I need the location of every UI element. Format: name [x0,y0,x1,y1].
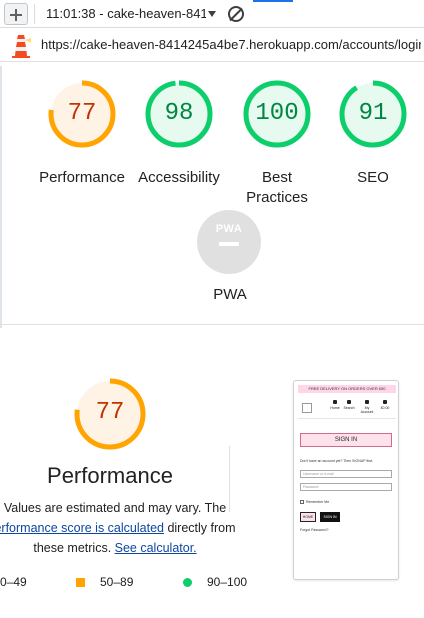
thumb-nav-home: Home [328,400,342,414]
lighthouse-icon [12,35,31,58]
thumb-password: Password [300,483,392,491]
thumb-rule [298,418,396,419]
desc-line3: these metrics. [33,541,115,555]
menu-icon [302,403,312,413]
new-report-button[interactable] [4,3,28,25]
gauge-seo-label: SEO [357,169,389,186]
pwa-label[interactable]: PWA [178,285,282,305]
home-icon [333,400,337,404]
thumb-banner: FREE DELIVERY ON ORDERS OVER £50 [298,385,396,393]
pwa-dash-icon [219,242,239,246]
gauge-accessibility[interactable]: 98 Accessibility [127,80,231,212]
search-icon [347,400,351,404]
gauge-best-practices-score: 100 [255,100,299,127]
toolbar-separator [34,4,35,24]
performance-score-large: 77 [95,399,125,426]
performance-description: Values are estimated and may vary. The e… [0,498,240,558]
gauge-accessibility-score: 98 [164,100,194,127]
thumb-forgot: Forgot Password? [300,528,329,532]
gauge-accessibility-label: Accessibility [138,169,220,186]
pwa-badge[interactable]: PWA [197,210,261,274]
devtools-toolbar: 11:01:38 - cake-heaven-8414245a4be7.hero… [0,0,424,28]
chevron-down-icon[interactable] [208,11,216,17]
legend-fail: 0–49 [0,575,27,589]
checkbox-icon [300,500,304,505]
report-url[interactable]: https://cake-heaven-8414245a4be7.herokua… [41,37,421,52]
desc-after-link: directly from [163,521,236,535]
legend-pass-circle-icon [183,578,192,587]
thumb-nav-cart: £0.00 [378,400,392,414]
thumb-nav-account: My Account [360,400,374,414]
report-url-bar: https://cake-heaven-8414245a4be7.herokua… [0,28,424,62]
thumb-username: Username or e-mail [300,470,392,478]
see-calculator-link[interactable]: See calculator. [115,541,197,555]
cart-icon [383,400,387,404]
thumb-signin-button: SIGN IN [320,512,340,522]
thumb-home-button: HOME [300,512,316,522]
thumb-heading: SIGN IN [300,433,392,447]
pwa-badge-text: PWA [215,223,243,235]
report-selector[interactable]: 11:01:38 - cake-heaven-8414245a4be7.hero… [46,6,206,22]
legend-pass: 90–100 [207,575,248,589]
section-divider [0,324,424,325]
gauge-seo[interactable]: 91 SEO [321,80,424,212]
thumb-nav-search: Search [342,400,356,414]
panel-edge [0,66,2,328]
vertical-separator [229,446,230,512]
desc-line1: Values are estimated and may vary. The [3,501,227,515]
gauge-seo-score: 91 [358,100,388,127]
gauge-performance-score: 77 [67,100,97,127]
legend-average: 50–89 [100,575,134,589]
thumb-prompt: Don't have an account yet? Then SIGNUP f… [300,459,374,463]
gauge-performance[interactable]: 77 Performance [30,80,134,212]
block-icon[interactable] [228,6,244,22]
gauge-performance-label: Performance [39,169,125,186]
final-screenshot[interactable]: FREE DELIVERY ON ORDERS OVER £50 Home Se… [293,380,399,580]
gauge-best-practices-label: Best Practices [246,169,308,206]
performance-title: Performance [47,463,173,488]
performance-score-link[interactable]: erformance score is calculated [0,521,164,535]
user-icon [365,400,369,404]
gauge-best-practices[interactable]: 100 Best Practices [225,80,329,212]
legend-average-square-icon [76,578,85,587]
thumb-remember: Remember Me [300,500,360,505]
toolbar-accent [253,0,293,2]
